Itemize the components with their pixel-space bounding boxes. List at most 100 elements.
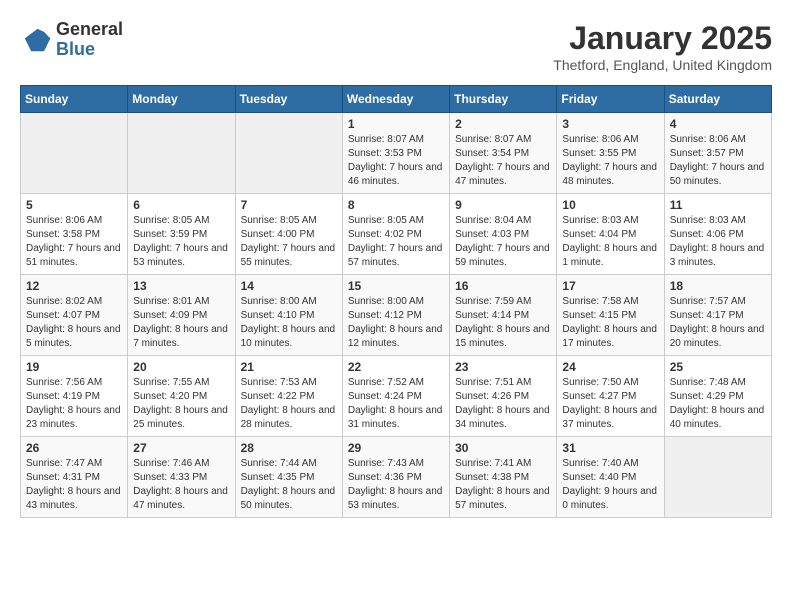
week-row-1: 1Sunrise: 8:07 AM Sunset: 3:53 PM Daylig… bbox=[21, 113, 772, 194]
day-info: Sunrise: 8:06 AM Sunset: 3:58 PM Dayligh… bbox=[26, 214, 122, 270]
day-info: Sunrise: 8:05 AM Sunset: 4:02 PM Dayligh… bbox=[348, 214, 444, 270]
day-number: 7 bbox=[241, 198, 337, 212]
header-day-friday: Friday bbox=[557, 86, 664, 113]
day-number: 20 bbox=[133, 360, 229, 374]
logo: General Blue bbox=[20, 20, 123, 60]
calendar-cell: 6 Sunrise: 8:05 AM Sunset: 3:59 PM Daylig… bbox=[128, 194, 235, 275]
week-row-3: 12Sunrise: 8:02 AM Sunset: 4:07 PM Dayli… bbox=[21, 275, 772, 356]
day-number: 5 bbox=[26, 198, 122, 212]
calendar-cell: 31 Sunrise: 7:40 AM Sunset: 4:40 PM Dayli… bbox=[557, 437, 664, 518]
calendar-cell: 9 Sunrise: 8:04 AM Sunset: 4:03 PM Daylig… bbox=[450, 194, 557, 275]
calendar-cell: 20 Sunrise: 7:55 AM Sunset: 4:20 PM Dayli… bbox=[128, 356, 235, 437]
day-info: Sunrise: 8:00 AM Sunset: 4:12 PM Dayligh… bbox=[348, 295, 444, 351]
day-number: 24 bbox=[562, 360, 658, 374]
calendar-cell: 15 Sunrise: 8:00 AM Sunset: 4:12 PM Dayli… bbox=[342, 275, 449, 356]
calendar-cell: 7Sunrise: 8:05 AM Sunset: 4:00 PM Daylig… bbox=[235, 194, 342, 275]
day-number: 13 bbox=[133, 279, 229, 293]
day-info: Sunrise: 7:46 AM Sunset: 4:33 PM Dayligh… bbox=[133, 457, 229, 513]
day-info: Sunrise: 7:57 AM Sunset: 4:17 PM Dayligh… bbox=[670, 295, 766, 351]
calendar-cell: 18Sunrise: 7:57 AM Sunset: 4:17 PM Dayli… bbox=[664, 275, 771, 356]
calendar-cell: 21 Sunrise: 7:53 AM Sunset: 4:22 PM Dayli… bbox=[235, 356, 342, 437]
day-number: 31 bbox=[562, 441, 658, 455]
day-number: 4 bbox=[670, 117, 766, 131]
day-number: 23 bbox=[455, 360, 551, 374]
day-info: Sunrise: 8:06 AM Sunset: 3:57 PM Dayligh… bbox=[670, 133, 766, 189]
day-info: Sunrise: 7:50 AM Sunset: 4:27 PM Dayligh… bbox=[562, 376, 658, 432]
calendar-cell: 25 Sunrise: 7:48 AM Sunset: 4:29 PM Dayli… bbox=[664, 356, 771, 437]
day-number: 16 bbox=[455, 279, 551, 293]
calendar-cell: 23 Sunrise: 7:51 AM Sunset: 4:26 PM Dayli… bbox=[450, 356, 557, 437]
day-number: 12 bbox=[26, 279, 122, 293]
calendar-table: SundayMondayTuesdayWednesdayThursdayFrid… bbox=[20, 85, 772, 518]
day-number: 27 bbox=[133, 441, 229, 455]
day-number: 15 bbox=[348, 279, 444, 293]
week-row-2: 5 Sunrise: 8:06 AM Sunset: 3:58 PM Daylig… bbox=[21, 194, 772, 275]
day-number: 28 bbox=[241, 441, 337, 455]
calendar-cell: 22 Sunrise: 7:52 AM Sunset: 4:24 PM Dayli… bbox=[342, 356, 449, 437]
day-info: Sunrise: 8:00 AM Sunset: 4:10 PM Dayligh… bbox=[241, 295, 337, 351]
calendar-cell: 3Sunrise: 8:06 AM Sunset: 3:55 PM Daylig… bbox=[557, 113, 664, 194]
day-info: Sunrise: 7:59 AM Sunset: 4:14 PM Dayligh… bbox=[455, 295, 551, 351]
calendar-cell: 29Sunrise: 7:43 AM Sunset: 4:36 PM Dayli… bbox=[342, 437, 449, 518]
calendar-cell: 17Sunrise: 7:58 AM Sunset: 4:15 PM Dayli… bbox=[557, 275, 664, 356]
header-day-monday: Monday bbox=[128, 86, 235, 113]
day-number: 9 bbox=[455, 198, 551, 212]
calendar-header: SundayMondayTuesdayWednesdayThursdayFrid… bbox=[21, 86, 772, 113]
calendar-cell bbox=[235, 113, 342, 194]
calendar-cell: 24 Sunrise: 7:50 AM Sunset: 4:27 PM Dayli… bbox=[557, 356, 664, 437]
calendar-cell: 13 Sunrise: 8:01 AM Sunset: 4:09 PM Dayli… bbox=[128, 275, 235, 356]
day-info: Sunrise: 7:53 AM Sunset: 4:22 PM Dayligh… bbox=[241, 376, 337, 432]
day-info: Sunrise: 7:55 AM Sunset: 4:20 PM Dayligh… bbox=[133, 376, 229, 432]
day-number: 30 bbox=[455, 441, 551, 455]
day-number: 8 bbox=[348, 198, 444, 212]
day-info: Sunrise: 7:52 AM Sunset: 4:24 PM Dayligh… bbox=[348, 376, 444, 432]
day-number: 19 bbox=[26, 360, 122, 374]
day-info: Sunrise: 8:07 AM Sunset: 3:53 PM Dayligh… bbox=[348, 133, 444, 189]
calendar-cell: 12Sunrise: 8:02 AM Sunset: 4:07 PM Dayli… bbox=[21, 275, 128, 356]
page-header: General Blue January 2025 Thetford, Engl… bbox=[20, 20, 772, 73]
calendar-cell: 8 Sunrise: 8:05 AM Sunset: 4:02 PM Daylig… bbox=[342, 194, 449, 275]
day-info: Sunrise: 7:40 AM Sunset: 4:40 PM Dayligh… bbox=[562, 457, 658, 513]
day-info: Sunrise: 7:56 AM Sunset: 4:19 PM Dayligh… bbox=[26, 376, 122, 432]
header-day-saturday: Saturday bbox=[664, 86, 771, 113]
day-number: 22 bbox=[348, 360, 444, 374]
calendar-cell: 10 Sunrise: 8:03 AM Sunset: 4:04 PM Dayli… bbox=[557, 194, 664, 275]
day-info: Sunrise: 8:04 AM Sunset: 4:03 PM Dayligh… bbox=[455, 214, 551, 270]
calendar-cell: 11Sunrise: 8:03 AM Sunset: 4:06 PM Dayli… bbox=[664, 194, 771, 275]
header-day-wednesday: Wednesday bbox=[342, 86, 449, 113]
day-number: 21 bbox=[241, 360, 337, 374]
day-number: 6 bbox=[133, 198, 229, 212]
calendar-cell: 4 Sunrise: 8:06 AM Sunset: 3:57 PM Daylig… bbox=[664, 113, 771, 194]
day-info: Sunrise: 7:51 AM Sunset: 4:26 PM Dayligh… bbox=[455, 376, 551, 432]
day-number: 25 bbox=[670, 360, 766, 374]
day-info: Sunrise: 7:48 AM Sunset: 4:29 PM Dayligh… bbox=[670, 376, 766, 432]
calendar-cell: 14Sunrise: 8:00 AM Sunset: 4:10 PM Dayli… bbox=[235, 275, 342, 356]
calendar-cell bbox=[128, 113, 235, 194]
month-title: January 2025 bbox=[553, 20, 772, 57]
day-number: 10 bbox=[562, 198, 658, 212]
calendar-cell: 1Sunrise: 8:07 AM Sunset: 3:53 PM Daylig… bbox=[342, 113, 449, 194]
calendar-cell: 30 Sunrise: 7:41 AM Sunset: 4:38 PM Dayli… bbox=[450, 437, 557, 518]
day-number: 26 bbox=[26, 441, 122, 455]
day-info: Sunrise: 7:41 AM Sunset: 4:38 PM Dayligh… bbox=[455, 457, 551, 513]
calendar-cell: 19 Sunrise: 7:56 AM Sunset: 4:19 PM Dayli… bbox=[21, 356, 128, 437]
day-info: Sunrise: 8:03 AM Sunset: 4:04 PM Dayligh… bbox=[562, 214, 658, 270]
day-info: Sunrise: 7:44 AM Sunset: 4:35 PM Dayligh… bbox=[241, 457, 337, 513]
calendar-cell: 28 Sunrise: 7:44 AM Sunset: 4:35 PM Dayli… bbox=[235, 437, 342, 518]
title-block: January 2025 Thetford, England, United K… bbox=[553, 20, 772, 73]
week-row-4: 19 Sunrise: 7:56 AM Sunset: 4:19 PM Dayli… bbox=[21, 356, 772, 437]
calendar-cell: 16 Sunrise: 7:59 AM Sunset: 4:14 PM Dayli… bbox=[450, 275, 557, 356]
day-number: 17 bbox=[562, 279, 658, 293]
day-info: Sunrise: 8:05 AM Sunset: 3:59 PM Dayligh… bbox=[133, 214, 229, 270]
header-day-sunday: Sunday bbox=[21, 86, 128, 113]
calendar-cell: 26Sunrise: 7:47 AM Sunset: 4:31 PM Dayli… bbox=[21, 437, 128, 518]
calendar-cell bbox=[664, 437, 771, 518]
calendar-cell: 27 Sunrise: 7:46 AM Sunset: 4:33 PM Dayli… bbox=[128, 437, 235, 518]
week-row-5: 26Sunrise: 7:47 AM Sunset: 4:31 PM Dayli… bbox=[21, 437, 772, 518]
calendar-cell bbox=[21, 113, 128, 194]
day-info: Sunrise: 8:07 AM Sunset: 3:54 PM Dayligh… bbox=[455, 133, 551, 189]
day-info: Sunrise: 8:01 AM Sunset: 4:09 PM Dayligh… bbox=[133, 295, 229, 351]
day-info: Sunrise: 7:43 AM Sunset: 4:36 PM Dayligh… bbox=[348, 457, 444, 513]
day-number: 3 bbox=[562, 117, 658, 131]
calendar-cell: 2Sunrise: 8:07 AM Sunset: 3:54 PM Daylig… bbox=[450, 113, 557, 194]
